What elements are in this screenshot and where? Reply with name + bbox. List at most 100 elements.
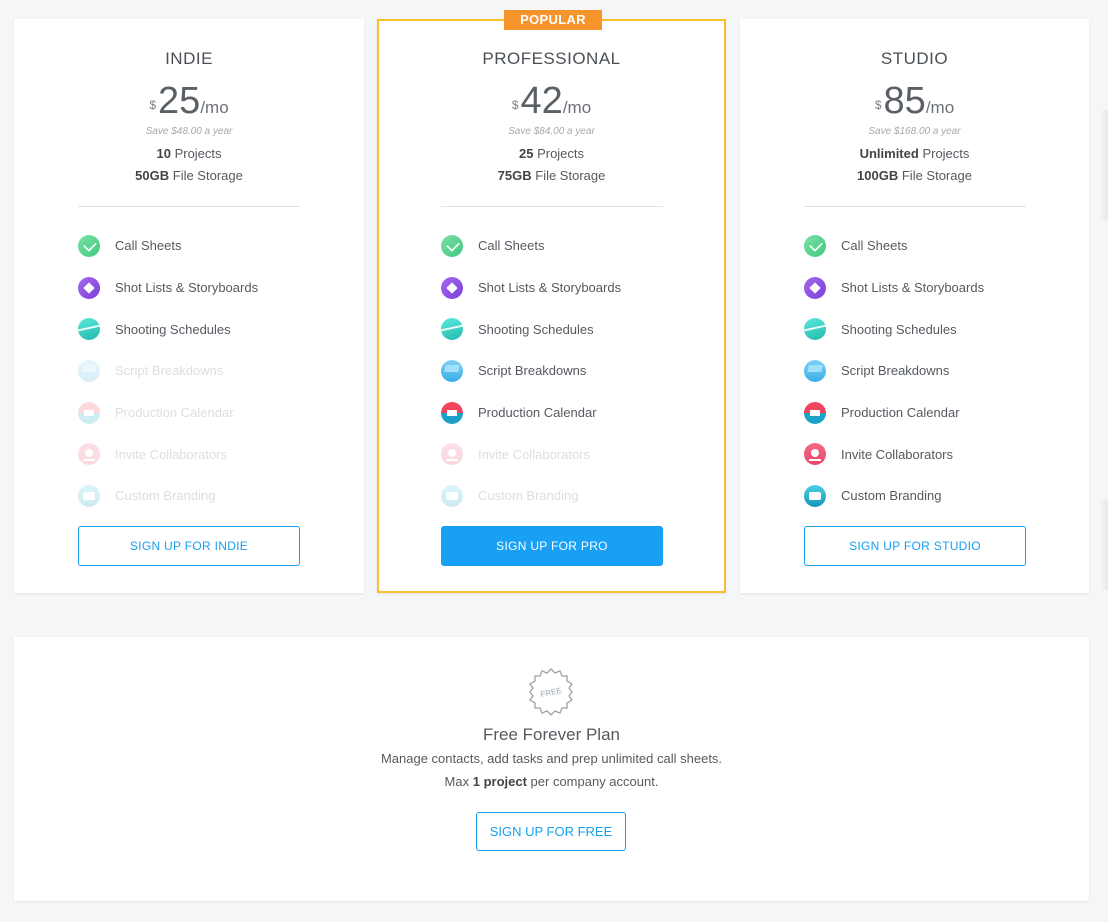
invite-collaborators-icon xyxy=(78,443,100,466)
free-plan-title: Free Forever Plan xyxy=(483,725,620,744)
feature-label: Invite Collaborators xyxy=(478,446,590,462)
feature-label: Shot Lists & Storyboards xyxy=(841,280,985,296)
currency-symbol: $ xyxy=(874,98,882,112)
plan-card-studio: STUDIO $85/mo Save $168.00 a year Unlimi… xyxy=(740,19,1089,593)
free-plan-limit: Max 1 project per company account. xyxy=(14,774,1089,789)
projects-value: Unlimited xyxy=(859,146,919,161)
feature-label: Script Breakdowns xyxy=(478,363,587,379)
feature-label: Invite Collaborators xyxy=(841,446,953,462)
sign-up-studio-button[interactable]: SIGN UP FOR STUDIO xyxy=(804,526,1026,566)
plan-name: PROFESSIONAL xyxy=(482,49,621,68)
shot-lists-icon xyxy=(804,276,826,299)
scroll-edge-shadow xyxy=(1100,500,1108,590)
feature-label: Script Breakdowns xyxy=(841,363,950,379)
shooting-schedules-icon xyxy=(804,318,826,341)
custom-branding-icon xyxy=(441,484,463,507)
currency-symbol: $ xyxy=(149,98,157,112)
shot-lists-icon xyxy=(78,276,100,299)
feature-label: Production Calendar xyxy=(115,405,234,421)
feature-label: Production Calendar xyxy=(841,405,960,421)
feature-list: Call Sheets Shot Lists & Storyboards Shoot… xyxy=(78,225,258,517)
feature-list: Call Sheets Shot Lists & Storyboards Shoot… xyxy=(441,225,621,517)
feature-item: Script Breakdowns xyxy=(441,350,621,392)
feature-item: Call Sheets xyxy=(78,225,258,267)
feature-item: Shot Lists & Storyboards xyxy=(78,267,258,309)
shooting-schedules-icon xyxy=(78,318,100,341)
price-amount: 42 xyxy=(520,80,563,122)
divider xyxy=(804,206,1026,207)
yearly-savings: Save $84.00 a year xyxy=(508,126,595,137)
storage-limit: 100GB File Storage xyxy=(740,168,1089,183)
call-sheets-icon xyxy=(804,234,826,257)
feature-label: Script Breakdowns xyxy=(115,363,224,379)
storage-label: File Storage xyxy=(172,168,243,183)
feature-label: Call Sheets xyxy=(115,238,182,254)
yearly-savings: Save $48.00 a year xyxy=(145,126,233,137)
feature-label: Shooting Schedules xyxy=(115,321,231,337)
feature-label: Shooting Schedules xyxy=(478,321,594,337)
projects-label: Projects xyxy=(174,146,222,161)
plan-price: $25/mo xyxy=(14,79,364,130)
feature-item: Call Sheets xyxy=(804,225,984,267)
limit-value: 1 project xyxy=(472,774,527,789)
projects-value: 10 xyxy=(156,146,171,161)
storage-limit: 75GB File Storage xyxy=(379,168,724,183)
projects-label: Projects xyxy=(537,146,585,161)
feature-label: Call Sheets xyxy=(841,238,908,254)
feature-item: Production Calendar xyxy=(441,392,621,434)
feature-item: Invite Collaborators xyxy=(78,433,258,475)
price-period: /mo xyxy=(925,98,955,117)
free-plan-card: FREE Free Forever Plan Manage contacts, … xyxy=(14,637,1089,901)
price-amount: 85 xyxy=(883,80,926,122)
call-sheets-icon xyxy=(441,234,463,257)
price-amount: 25 xyxy=(158,80,201,122)
feature-label: Custom Branding xyxy=(841,488,942,504)
currency-symbol: $ xyxy=(511,98,519,112)
feature-label: Shot Lists & Storyboards xyxy=(115,280,259,296)
feature-item: Invite Collaborators xyxy=(804,433,984,475)
feature-label: Custom Branding xyxy=(115,488,216,504)
shooting-schedules-icon xyxy=(441,318,463,341)
feature-item: Custom Branding xyxy=(441,475,621,517)
feature-item: Shooting Schedules xyxy=(78,308,258,350)
script-breakdowns-icon xyxy=(441,359,463,382)
price-period: /mo xyxy=(200,98,229,117)
feature-label: Shooting Schedules xyxy=(841,321,957,337)
projects-limit: 25 Projects xyxy=(379,146,724,161)
divider xyxy=(78,206,300,207)
feature-item: Call Sheets xyxy=(441,225,621,267)
feature-label: Production Calendar xyxy=(478,405,597,421)
sign-up-indie-button[interactable]: SIGN UP FOR INDIE xyxy=(78,526,300,566)
shot-lists-icon xyxy=(441,276,463,299)
plan-name: STUDIO xyxy=(880,49,949,68)
projects-limit: 10 Projects xyxy=(14,146,364,161)
feature-list: Call Sheets Shot Lists & Storyboards Shoot… xyxy=(804,225,984,517)
feature-item: Production Calendar xyxy=(78,392,258,434)
sign-up-free-button[interactable]: SIGN UP FOR FREE xyxy=(476,812,626,851)
production-calendar-icon xyxy=(804,401,826,424)
plan-price: $85/mo xyxy=(740,79,1089,130)
feature-item: Custom Branding xyxy=(804,475,984,517)
script-breakdowns-icon xyxy=(804,359,826,382)
invite-collaborators-icon xyxy=(441,443,463,466)
sign-up-pro-button[interactable]: SIGN UP FOR PRO xyxy=(441,526,663,566)
popular-badge: POPULAR xyxy=(504,10,602,30)
free-plan-description: Manage contacts, add tasks and prep unli… xyxy=(380,751,723,766)
script-breakdowns-icon xyxy=(78,359,100,382)
storage-value: 100GB xyxy=(857,168,899,183)
feature-item: Script Breakdowns xyxy=(78,350,258,392)
price-period: /mo xyxy=(562,98,592,117)
production-calendar-icon xyxy=(441,401,463,424)
feature-label: Invite Collaborators xyxy=(115,446,227,462)
free-badge-text: FREE xyxy=(540,686,563,699)
feature-item: Production Calendar xyxy=(804,392,984,434)
invite-collaborators-icon xyxy=(804,443,826,466)
feature-item: Shooting Schedules xyxy=(441,308,621,350)
feature-item: Script Breakdowns xyxy=(804,350,984,392)
storage-limit: 50GB File Storage xyxy=(14,168,364,183)
plan-price: $42/mo xyxy=(379,79,724,130)
projects-limit: Unlimited Projects xyxy=(740,146,1089,161)
projects-value: 25 xyxy=(518,146,534,161)
limit-prefix: Max xyxy=(444,774,470,789)
storage-value: 75GB xyxy=(497,168,532,183)
